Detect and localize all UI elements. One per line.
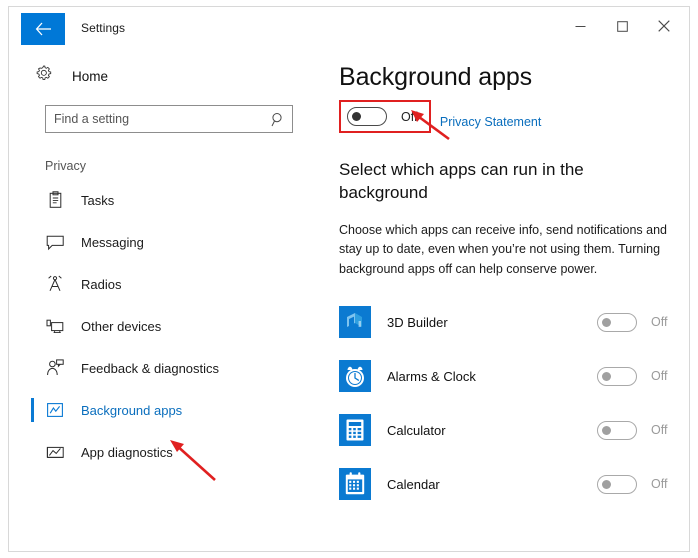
feedback-person-icon (45, 358, 65, 378)
app-list: 3D Builder Off Alarms & Clock Off Calcul… (335, 295, 689, 511)
antenna-icon (45, 274, 65, 294)
sidebar-item-background-apps[interactable]: Background apps (9, 395, 327, 425)
app-name: 3D Builder (387, 314, 448, 330)
sidebar-item-home[interactable]: Home (35, 65, 327, 87)
main-content: Background apps Off Privacy Statement Se… (327, 51, 689, 551)
app-toggle-state: Off (651, 315, 668, 329)
section-subheading: Select which apps can run in the backgro… (339, 160, 584, 202)
app-toggle[interactable] (597, 420, 637, 440)
section-description: Choose which apps can receive info, send… (339, 222, 667, 276)
sidebar: Home Privacy (9, 51, 327, 551)
close-button[interactable] (643, 7, 685, 45)
selection-indicator (31, 398, 34, 422)
toggle-knob (602, 371, 611, 381)
master-toggle-highlight: Off (339, 100, 432, 133)
title-bar: Settings (9, 7, 689, 51)
back-arrow-icon (35, 22, 52, 36)
app-row: Calendar Off (335, 457, 689, 511)
sidebar-item-label: Messaging (81, 234, 144, 250)
window-title: Settings (81, 21, 126, 35)
app-toggle-state: Off (651, 369, 668, 383)
sidebar-item-label: Radios (81, 276, 122, 292)
app-toggle[interactable] (597, 474, 637, 494)
app-toggle-group: Off (597, 312, 673, 332)
sidebar-item-label: Feedback & diagnostics (81, 360, 220, 376)
3d-builder-icon (339, 306, 371, 338)
sidebar-item-label: Tasks (81, 192, 115, 208)
devices-icon (45, 316, 65, 336)
app-toggle-state: Off (651, 477, 668, 491)
calendar-icon (339, 468, 371, 500)
clipboard-icon (45, 190, 65, 210)
app-row: Calculator Off (335, 403, 689, 457)
settings-window: Settings Home Find a setting Privacy Tas… (8, 6, 690, 552)
sidebar-item-label: App diagnostics (81, 444, 173, 460)
minimize-button[interactable] (559, 7, 601, 45)
calculator-icon (339, 414, 371, 446)
gear-icon (35, 65, 52, 87)
toggle-knob (352, 112, 361, 121)
app-row: Alarms & Clock Off (335, 349, 689, 403)
app-name: Calculator (387, 422, 446, 438)
app-toggle[interactable] (597, 366, 637, 386)
app-name: Alarms & Clock (387, 368, 476, 384)
sidebar-item-radios[interactable]: Radios (9, 269, 327, 299)
app-toggle-group: Off (597, 474, 673, 494)
sidebar-item-app-diagnostics[interactable]: App diagnostics (9, 437, 327, 467)
background-apps-master-toggle[interactable] (347, 107, 387, 126)
speech-bubble-icon (45, 232, 65, 252)
search-icon (271, 112, 285, 132)
maximize-button[interactable] (601, 7, 643, 45)
toggle-knob (602, 479, 611, 489)
app-toggle-group: Off (597, 366, 673, 386)
master-toggle-state: Off (401, 109, 418, 124)
sidebar-item-label: Other devices (81, 318, 162, 334)
privacy-statement-link[interactable]: Privacy Statement (440, 115, 541, 129)
app-name: Calendar (387, 476, 440, 492)
app-toggle-group: Off (597, 420, 673, 440)
sidebar-item-tasks[interactable]: Tasks (9, 185, 327, 215)
back-button[interactable] (21, 13, 65, 45)
toggle-knob (602, 425, 611, 435)
sidebar-nav-list: Tasks Messaging Radios Other devices Fee… (9, 185, 327, 467)
window-controls (559, 7, 685, 45)
page-title: Background apps (339, 63, 533, 91)
background-apps-icon (45, 400, 65, 420)
close-icon (658, 20, 670, 32)
sidebar-item-feedback-diagnostics[interactable]: Feedback & diagnostics (9, 353, 327, 383)
sidebar-section-label: Privacy (45, 159, 86, 173)
app-diagnostics-icon (45, 442, 65, 462)
sidebar-item-messaging[interactable]: Messaging (9, 227, 327, 257)
app-toggle[interactable] (597, 312, 637, 332)
settings-body: Home Privacy (9, 51, 689, 551)
minimize-icon (575, 21, 586, 32)
search-box[interactable] (45, 105, 293, 133)
app-row: 3D Builder Off (335, 295, 689, 349)
search-input[interactable] (46, 106, 292, 132)
sidebar-item-label: Background apps (81, 402, 183, 418)
sidebar-item-other-devices[interactable]: Other devices (9, 311, 327, 341)
app-toggle-state: Off (651, 423, 668, 437)
alarms-clock-icon (339, 360, 371, 392)
sidebar-home-label: Home (72, 68, 109, 84)
maximize-icon (616, 20, 628, 32)
toggle-knob (602, 317, 611, 327)
